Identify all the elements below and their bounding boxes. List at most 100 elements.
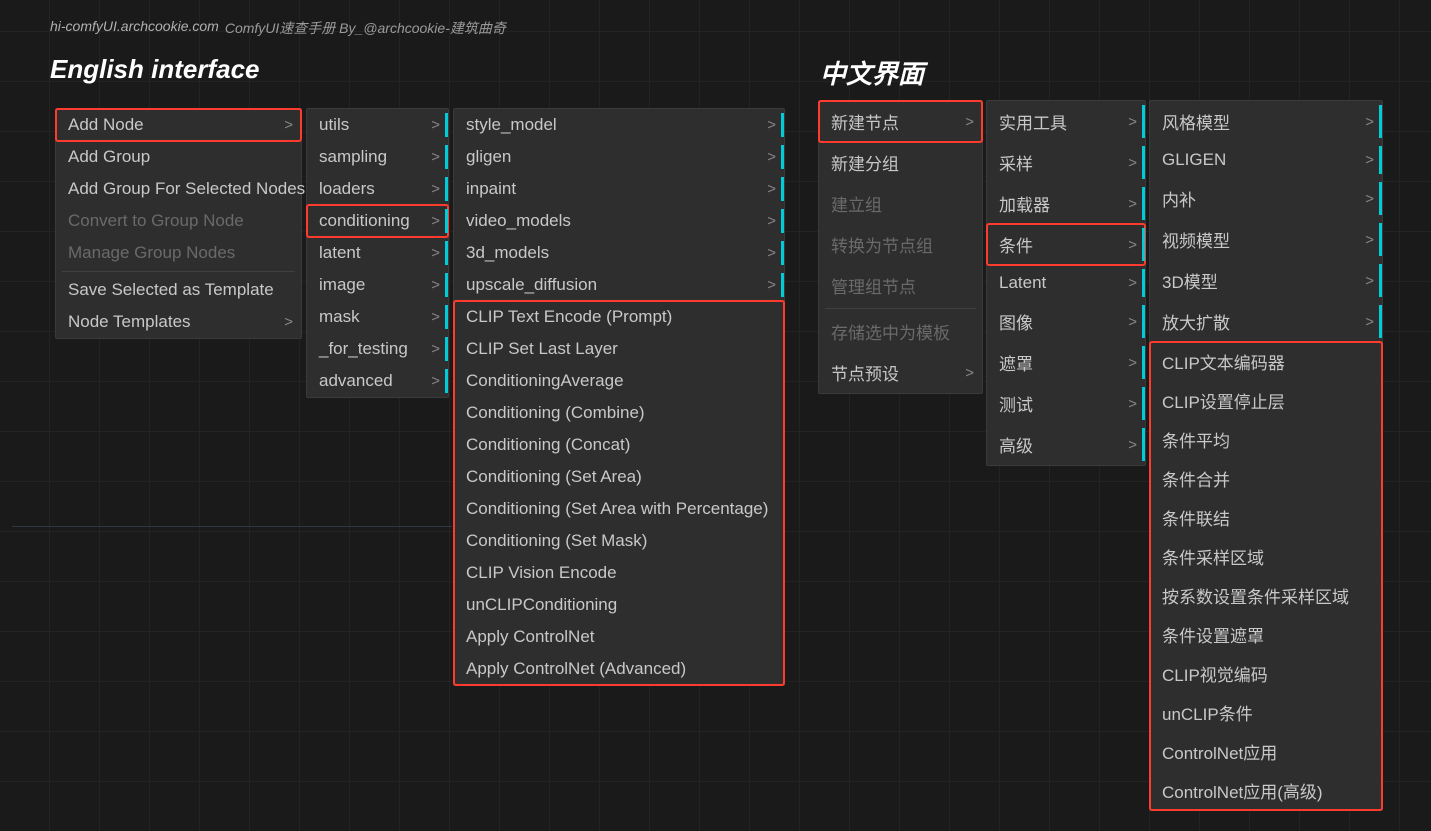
menu-item-add-group-selected[interactable]: Add Group For Selected Nodes bbox=[56, 173, 301, 205]
menu-item-conditioning-combine-zh[interactable]: 条件合并 bbox=[1150, 459, 1382, 498]
menu-item-utils-zh[interactable]: 实用工具> bbox=[987, 101, 1145, 142]
menu-item-mask-zh[interactable]: 遮罩> bbox=[987, 342, 1145, 383]
menu-item-unclip-conditioning[interactable]: unCLIPConditioning bbox=[454, 589, 784, 621]
menu-item-convert-group-zh: 转换为节点组 bbox=[819, 224, 982, 265]
menu-item-gligen[interactable]: gligen> bbox=[454, 141, 784, 173]
menu-item-for-testing[interactable]: _for_testing> bbox=[307, 333, 448, 365]
menu-item-apply-controlnet-advanced[interactable]: Apply ControlNet (Advanced) bbox=[454, 653, 784, 685]
menu-separator bbox=[825, 308, 976, 309]
section-title-chinese: 中文界面 bbox=[820, 54, 924, 91]
conditioning-nodes-group: CLIP Text Encode (Prompt) CLIP Set Last … bbox=[454, 301, 784, 685]
menu-item-3d-models[interactable]: 3d_models> bbox=[454, 237, 784, 269]
chevron-right-icon: > bbox=[431, 373, 440, 390]
menu-item-conditioning-set-mask-zh[interactable]: 条件设置遮罩 bbox=[1150, 615, 1382, 654]
menu-item-add-node-zh[interactable]: 新建节点> bbox=[819, 101, 982, 142]
menu-item-style-model[interactable]: style_model> bbox=[454, 109, 784, 141]
chevron-right-icon: > bbox=[767, 213, 776, 230]
chevron-right-icon: > bbox=[284, 314, 293, 331]
menu-item-conditioning[interactable]: conditioning> bbox=[307, 205, 448, 237]
chevron-right-icon: > bbox=[767, 117, 776, 134]
menu-item-conditioning-average-zh[interactable]: 条件平均 bbox=[1150, 420, 1382, 459]
menu-item-apply-controlnet-advanced-zh[interactable]: ControlNet应用(高级) bbox=[1150, 771, 1382, 810]
menu-item-clip-text-encode[interactable]: CLIP Text Encode (Prompt) bbox=[454, 301, 784, 333]
menu-item-convert-group: Convert to Group Node bbox=[56, 205, 301, 237]
menu-item-advanced[interactable]: advanced> bbox=[307, 365, 448, 397]
chevron-right-icon: > bbox=[767, 149, 776, 166]
context-menu-english-root: Add Node> Add Group Add Group For Select… bbox=[55, 108, 302, 339]
menu-item-3d-models-zh[interactable]: 3D模型> bbox=[1150, 260, 1382, 301]
menu-item-conditioning-zh[interactable]: 条件> bbox=[987, 224, 1145, 265]
chevron-right-icon: > bbox=[1365, 190, 1374, 207]
chevron-right-icon: > bbox=[431, 149, 440, 166]
menu-item-upscale-diffusion-zh[interactable]: 放大扩散> bbox=[1150, 301, 1382, 342]
menu-item-conditioning-concat[interactable]: Conditioning (Concat) bbox=[454, 429, 784, 461]
menu-item-conditioning-set-area-pct-zh[interactable]: 按系数设置条件采样区域 bbox=[1150, 576, 1382, 615]
menu-item-testing-zh[interactable]: 测试> bbox=[987, 383, 1145, 424]
menu-item-conditioning-average[interactable]: ConditioningAverage bbox=[454, 365, 784, 397]
menu-separator bbox=[62, 271, 295, 272]
chevron-right-icon: > bbox=[1128, 436, 1137, 453]
chevron-right-icon: > bbox=[1365, 113, 1374, 130]
menu-item-node-templates-zh[interactable]: 节点预设> bbox=[819, 352, 982, 393]
menu-item-add-group-zh[interactable]: 新建分组 bbox=[819, 142, 982, 183]
menu-item-video-models-zh[interactable]: 视频模型> bbox=[1150, 219, 1382, 260]
chevron-right-icon: > bbox=[1365, 313, 1374, 330]
divider-line bbox=[12, 526, 452, 527]
menu-item-conditioning-set-area-pct[interactable]: Conditioning (Set Area with Percentage) bbox=[454, 493, 784, 525]
chevron-right-icon: > bbox=[431, 309, 440, 326]
menu-item-add-group[interactable]: Add Group bbox=[56, 141, 301, 173]
menu-item-establish-group-zh: 建立组 bbox=[819, 183, 982, 224]
section-title-english: English interface bbox=[50, 54, 260, 85]
menu-item-conditioning-set-area-zh[interactable]: 条件采样区域 bbox=[1150, 537, 1382, 576]
chevron-right-icon: > bbox=[431, 181, 440, 198]
menu-item-style-model-zh[interactable]: 风格模型> bbox=[1150, 101, 1382, 142]
chevron-right-icon: > bbox=[1128, 313, 1137, 330]
menu-item-inpaint-zh[interactable]: 内补> bbox=[1150, 178, 1382, 219]
menu-item-clip-vision-encode[interactable]: CLIP Vision Encode bbox=[454, 557, 784, 589]
menu-item-latent[interactable]: latent> bbox=[307, 237, 448, 269]
menu-item-conditioning-set-area[interactable]: Conditioning (Set Area) bbox=[454, 461, 784, 493]
chevron-right-icon: > bbox=[1128, 195, 1137, 212]
menu-item-sampling-zh[interactable]: 采样> bbox=[987, 142, 1145, 183]
chevron-right-icon: > bbox=[431, 213, 440, 230]
menu-item-manage-group-zh: 管理组节点 bbox=[819, 265, 982, 306]
menu-item-image-zh[interactable]: 图像> bbox=[987, 301, 1145, 342]
chevron-right-icon: > bbox=[1128, 354, 1137, 371]
menu-item-conditioning-combine[interactable]: Conditioning (Combine) bbox=[454, 397, 784, 429]
chevron-right-icon: > bbox=[431, 341, 440, 358]
menu-item-latent-zh[interactable]: Latent> bbox=[987, 265, 1145, 301]
menu-item-clip-text-encode-zh[interactable]: CLIP文本编码器 bbox=[1150, 342, 1382, 381]
menu-item-clip-vision-encode-zh[interactable]: CLIP视觉编码 bbox=[1150, 654, 1382, 693]
chevron-right-icon: > bbox=[965, 364, 974, 381]
menu-item-upscale-diffusion[interactable]: upscale_diffusion> bbox=[454, 269, 784, 301]
menu-item-conditioning-set-mask[interactable]: Conditioning (Set Mask) bbox=[454, 525, 784, 557]
menu-item-mask[interactable]: mask> bbox=[307, 301, 448, 333]
menu-item-video-models[interactable]: video_models> bbox=[454, 205, 784, 237]
chevron-right-icon: > bbox=[1128, 236, 1137, 253]
menu-item-utils[interactable]: utils> bbox=[307, 109, 448, 141]
menu-item-save-template[interactable]: Save Selected as Template bbox=[56, 274, 301, 306]
menu-item-apply-controlnet[interactable]: Apply ControlNet bbox=[454, 621, 784, 653]
menu-item-save-template-zh: 存储选中为模板 bbox=[819, 311, 982, 352]
chevron-right-icon: > bbox=[1365, 272, 1374, 289]
menu-item-unclip-conditioning-zh[interactable]: unCLIP条件 bbox=[1150, 693, 1382, 732]
chevron-right-icon: > bbox=[431, 117, 440, 134]
menu-item-node-templates[interactable]: Node Templates> bbox=[56, 306, 301, 338]
chevron-right-icon: > bbox=[1365, 231, 1374, 248]
menu-item-conditioning-concat-zh[interactable]: 条件联结 bbox=[1150, 498, 1382, 537]
menu-item-advanced-zh[interactable]: 高级> bbox=[987, 424, 1145, 465]
menu-item-inpaint[interactable]: inpaint> bbox=[454, 173, 784, 205]
menu-item-loaders-zh[interactable]: 加载器> bbox=[987, 183, 1145, 224]
menu-item-clip-set-last-layer[interactable]: CLIP Set Last Layer bbox=[454, 333, 784, 365]
menu-item-add-node[interactable]: Add Node> bbox=[56, 109, 301, 141]
menu-item-image[interactable]: image> bbox=[307, 269, 448, 301]
header-title-text: ComfyUI速查手册 By_@archcookie-建筑曲奇 bbox=[225, 18, 506, 38]
chevron-right-icon: > bbox=[767, 277, 776, 294]
menu-item-sampling[interactable]: sampling> bbox=[307, 141, 448, 173]
chevron-right-icon: > bbox=[1128, 113, 1137, 130]
context-menu-english-conditioning: style_model> gligen> inpaint> video_mode… bbox=[453, 108, 785, 686]
menu-item-clip-set-last-layer-zh[interactable]: CLIP设置停止层 bbox=[1150, 381, 1382, 420]
menu-item-loaders[interactable]: loaders> bbox=[307, 173, 448, 205]
menu-item-gligen-zh[interactable]: GLIGEN> bbox=[1150, 142, 1382, 178]
menu-item-apply-controlnet-zh[interactable]: ControlNet应用 bbox=[1150, 732, 1382, 771]
